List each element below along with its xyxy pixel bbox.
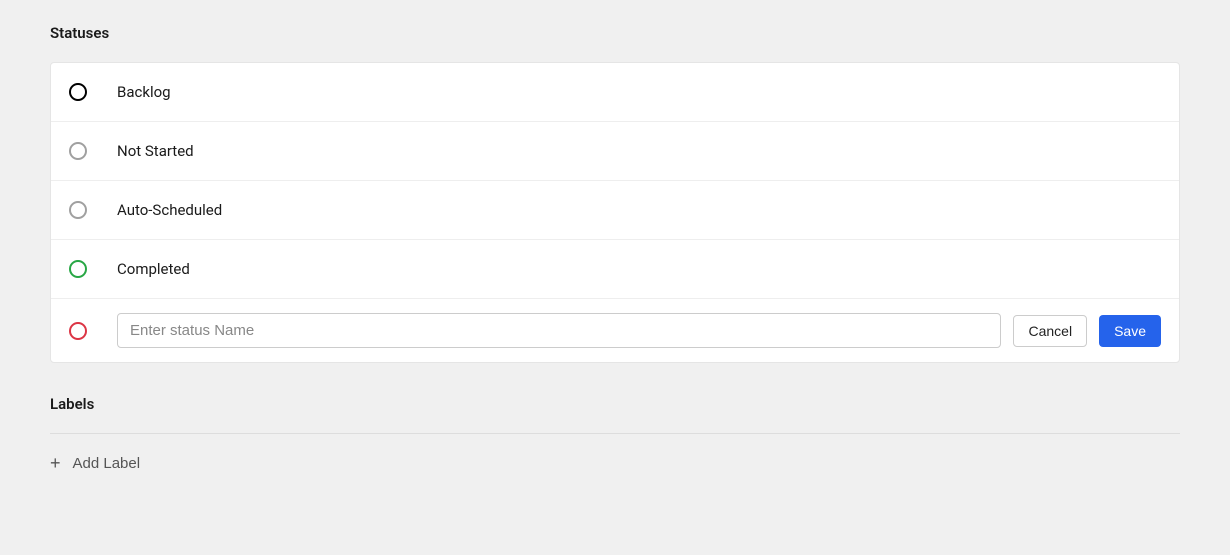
circle-icon bbox=[69, 142, 87, 160]
new-status-name-input[interactable] bbox=[117, 313, 1001, 348]
circle-icon bbox=[69, 260, 87, 278]
status-label: Auto-Scheduled bbox=[117, 201, 222, 219]
labels-heading: Labels bbox=[50, 395, 1180, 413]
circle-icon bbox=[69, 322, 87, 340]
statuses-card: Backlog Not Started Auto-Scheduled Compl… bbox=[50, 62, 1180, 363]
status-label: Backlog bbox=[117, 83, 171, 101]
statuses-section: Statuses Backlog Not Started Auto-Schedu… bbox=[50, 24, 1180, 363]
status-label: Not Started bbox=[117, 142, 194, 160]
status-row-auto-scheduled[interactable]: Auto-Scheduled bbox=[51, 181, 1179, 240]
save-button[interactable]: Save bbox=[1099, 315, 1161, 347]
plus-icon: + bbox=[50, 454, 61, 472]
status-row-new: Cancel Save bbox=[51, 299, 1179, 362]
statuses-heading: Statuses bbox=[50, 24, 1180, 42]
status-row-backlog[interactable]: Backlog bbox=[51, 63, 1179, 122]
circle-icon bbox=[69, 201, 87, 219]
labels-section: Labels + Add Label bbox=[50, 395, 1180, 476]
divider bbox=[50, 433, 1180, 434]
status-row-not-started[interactable]: Not Started bbox=[51, 122, 1179, 181]
add-label-text: Add Label bbox=[73, 455, 141, 472]
add-label-button[interactable]: + Add Label bbox=[50, 450, 140, 476]
status-label: Completed bbox=[117, 260, 190, 278]
cancel-button[interactable]: Cancel bbox=[1013, 315, 1087, 347]
status-row-completed[interactable]: Completed bbox=[51, 240, 1179, 299]
circle-icon bbox=[69, 83, 87, 101]
